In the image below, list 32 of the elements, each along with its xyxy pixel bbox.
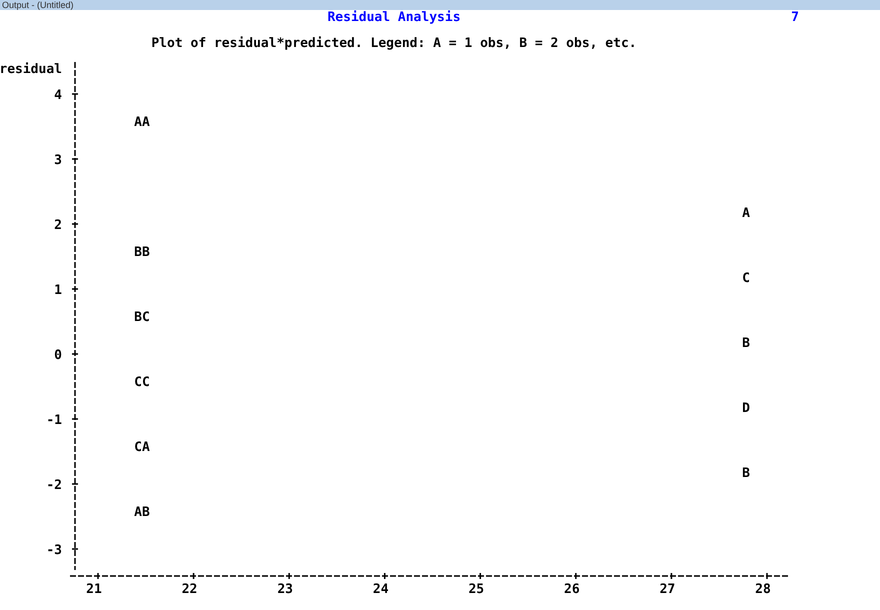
plot-symbol: C — [742, 271, 750, 286]
y-axis-label: residual — [0, 62, 62, 77]
y-tick-label: -2 — [46, 478, 62, 493]
y-tick-label: -1 — [46, 413, 62, 428]
plot-symbol: AB — [134, 505, 150, 520]
plot-symbol: CC — [134, 375, 150, 390]
window-title: Output - (Untitled) — [2, 1, 74, 10]
y-tick-label: 0 — [54, 348, 62, 363]
x-tick-label: 27 — [660, 582, 676, 597]
y-tick-label: -3 — [46, 543, 62, 558]
x-tick-label: 22 — [182, 582, 198, 597]
plot-subtitle: Plot of residual*predicted. Legend: A = 1 obs, B = 2 obs, etc. — [151, 36, 637, 51]
x-tick-label: 21 — [86, 582, 102, 597]
x-tick-label: 25 — [468, 582, 484, 597]
x-tick-label: 26 — [564, 582, 580, 597]
x-tick-label: 23 — [277, 582, 293, 597]
plot-symbol: BB — [134, 245, 150, 260]
plot-symbol: CA — [134, 440, 150, 455]
plot-symbol: BC — [134, 310, 150, 325]
plot-symbol: B — [742, 466, 750, 481]
y-tick-label: 1 — [54, 283, 62, 298]
x-tick-label: 28 — [755, 582, 771, 597]
y-tick-label: 3 — [54, 153, 62, 168]
plot-symbol: B — [742, 336, 750, 351]
report-title: Residual Analysis — [327, 10, 461, 25]
y-tick-label: 2 — [54, 218, 62, 233]
page-number: 7 — [791, 10, 799, 25]
plot-symbol: A — [742, 206, 750, 221]
y-tick-label: 4 — [54, 88, 62, 103]
plot-symbol: D — [742, 401, 750, 416]
x-tick-label: 24 — [372, 582, 389, 597]
plot-symbol: AA — [134, 115, 150, 130]
